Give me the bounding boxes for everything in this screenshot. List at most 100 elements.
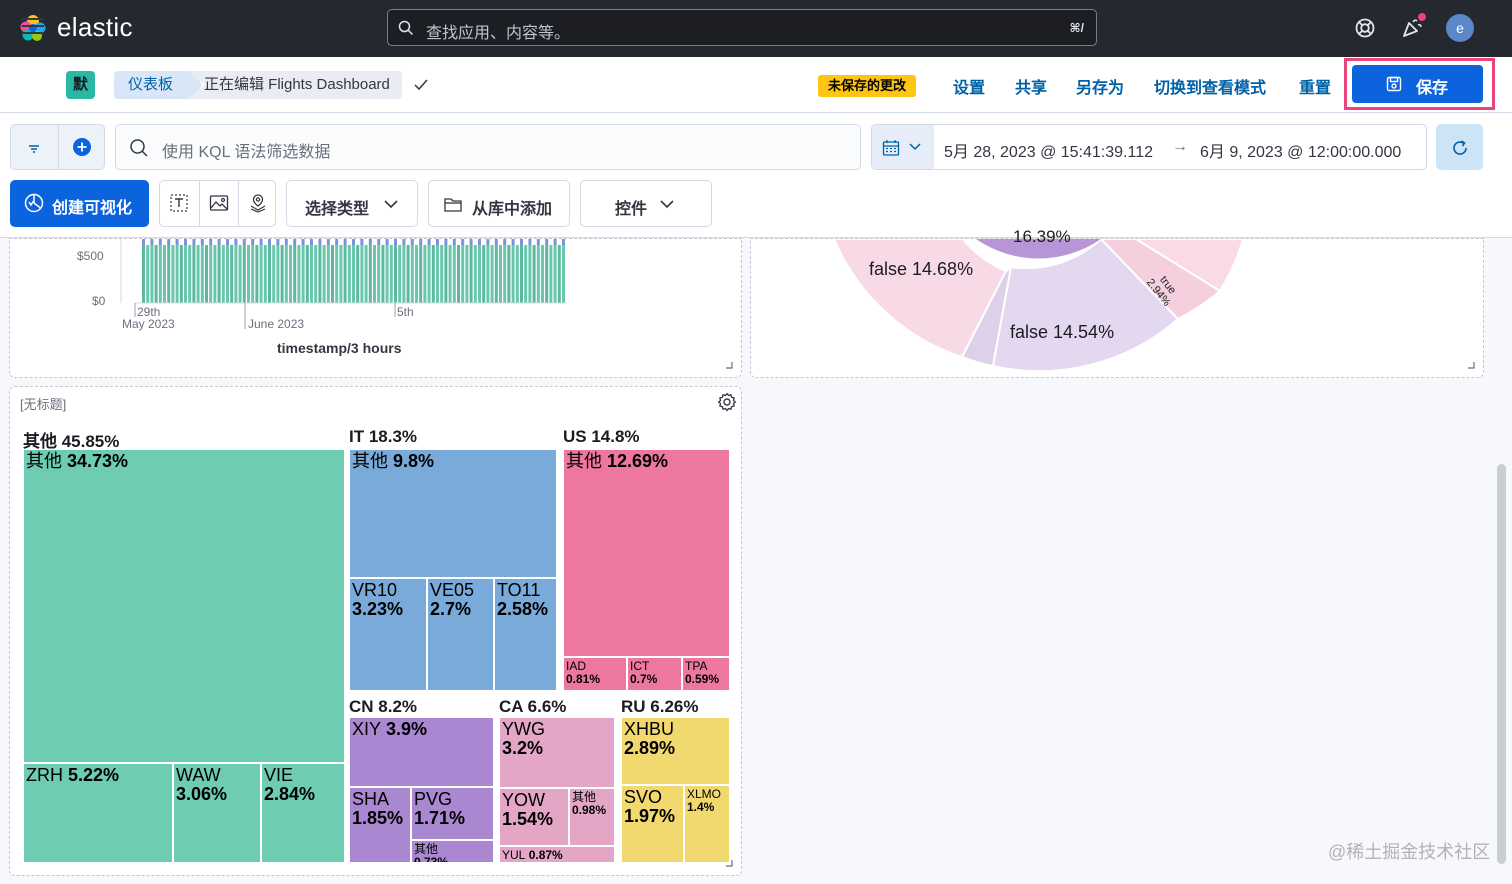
treemap-cell[interactable]: PVG 1.71% — [411, 787, 494, 840]
switch-to-view-mode-link[interactable]: 切换到查看模式 — [1154, 74, 1266, 98]
treemap-cell-label: 其他 0.73% — [414, 842, 449, 863]
treemap-cell[interactable]: 其他 9.8% — [349, 449, 557, 578]
brand-name[interactable]: elastic — [57, 12, 133, 43]
treemap-cell[interactable]: YOW 1.54% — [499, 788, 569, 846]
histogram-panel[interactable]: $500 $0 29th May 2023 June 2023 5th time… — [9, 238, 742, 378]
date-picker[interactable]: 5月 28, 2023 @ 15:41:39.112 → 6月 9, 2023 … — [871, 124, 1427, 170]
start-date[interactable]: 5月 28, 2023 @ 15:41:39.112 — [944, 138, 1153, 162]
treemap-cell-label: TO11 2.58% — [497, 580, 549, 619]
treemap-cell-label: 其他 0.98% — [572, 790, 607, 817]
treemap-cell[interactable]: 其他 0.73% — [411, 840, 494, 863]
search-icon — [398, 20, 414, 36]
add-from-library-button[interactable]: 从库中添加 — [428, 180, 570, 227]
kql-search-input[interactable]: 使用 KQL 语法筛选数据 — [115, 124, 861, 170]
treemap-cell-label: XIY 3.9% — [352, 719, 428, 739]
x-tick-label: June 2023 — [248, 317, 305, 331]
treemap-cell[interactable]: TO11 2.58% — [494, 578, 557, 691]
x-tick-label: May 2023 — [122, 317, 175, 331]
calendar-icon — [882, 140, 900, 156]
pie-chart-panel[interactable]: false 14.68% false 14.54% true 2.94% 16.… — [750, 227, 1484, 378]
breadcrumb-dashboards[interactable]: 仪表板 — [114, 71, 202, 99]
global-search-input[interactable]: 查找应用、内容等。 ⌘/ — [387, 9, 1097, 46]
create-visualization-button[interactable]: 创建可视化 — [10, 180, 149, 227]
treemap-cell-label: 其他 9.8% — [352, 451, 435, 471]
settings-link[interactable]: 设置 — [953, 74, 985, 98]
resize-handle-icon[interactable] — [1467, 361, 1475, 369]
x-tick-label: 5th — [397, 305, 414, 319]
treemap-cell[interactable]: XIY 3.9% — [349, 717, 494, 787]
treemap-cell[interactable]: 其他 0.98% — [569, 788, 615, 846]
reset-link[interactable]: 重置 — [1299, 74, 1331, 98]
add-map-button[interactable] — [238, 181, 277, 226]
resize-handle-icon[interactable] — [725, 859, 733, 867]
save-button-label: 保存 — [1416, 80, 1449, 97]
treemap-cell[interactable]: 其他 12.69% — [563, 449, 730, 657]
add-image-button[interactable] — [199, 181, 238, 226]
refresh-button[interactable] — [1436, 124, 1483, 170]
folder-icon — [444, 198, 462, 212]
share-link[interactable]: 共享 — [1015, 74, 1047, 98]
treemap-cell[interactable]: WAW 3.06% — [173, 763, 261, 863]
top-header-bar: elastic 查找应用、内容等。 ⌘/ e — [0, 0, 1512, 57]
filter-menu-icon[interactable] — [26, 140, 42, 156]
treemap-cell[interactable]: SHA 1.85% — [349, 787, 411, 863]
user-avatar[interactable]: e — [1446, 14, 1474, 42]
watermark: @稀土掘金技术社区 — [1328, 842, 1491, 862]
save-button[interactable]: 保存 — [1352, 65, 1483, 103]
treemap-cell[interactable]: XHBU 2.89% — [621, 717, 730, 785]
treemap-cell-label: XHBU 2.89% — [624, 719, 676, 758]
check-icon[interactable] — [413, 77, 429, 93]
treemap-cell-label: VE05 2.7% — [430, 580, 475, 619]
search-placeholder: 查找应用、内容等。 — [426, 25, 571, 42]
treemap-cell-label: VIE 2.84% — [264, 765, 316, 804]
text-icon — [170, 194, 188, 212]
treemap-cell[interactable]: IAD 0.81% — [563, 657, 627, 691]
treemap-cell-label: YUL 0.87% — [502, 848, 563, 862]
pie-label: 16.39% — [1013, 227, 1071, 246]
menu-toggle-icon[interactable] — [22, 18, 44, 38]
divider — [58, 125, 59, 169]
treemap-cell-label: 其他 12.69% — [566, 451, 669, 471]
treemap-cell-label: VR10 3.23% — [352, 580, 404, 619]
treemap-cell[interactable]: ZRH 5.22% — [23, 763, 173, 863]
controls-button[interactable]: 控件 — [580, 180, 712, 227]
treemap-group-label: CA 6.6% — [499, 697, 567, 716]
end-date[interactable]: 6月 9, 2023 @ 12:00:00.000 — [1200, 138, 1401, 162]
quick-select-button[interactable] — [872, 125, 934, 169]
histogram-bars — [142, 239, 565, 303]
treemap-cell[interactable]: 其他 34.73% — [23, 449, 345, 763]
keyboard-shortcut-badge: ⌘/ — [1069, 21, 1084, 35]
treemap-cell[interactable]: VIE 2.84% — [261, 763, 345, 863]
treemap-cell[interactable]: VR10 3.23% — [349, 578, 427, 691]
treemap-panel[interactable]: [无标题] 其他 45.85% 其他 34.73% ZRH 5.22% WAW 3.06… — [9, 386, 742, 876]
help-lifebuoy-icon[interactable] — [1351, 14, 1379, 42]
treemap-cell-label: SHA 1.85% — [352, 789, 404, 828]
y-tick-label: $0 — [92, 294, 106, 308]
save-as-link[interactable]: 另存为 — [1076, 74, 1124, 98]
pie-label: false 14.68% — [869, 259, 974, 279]
space-badge[interactable]: 默 — [66, 71, 95, 99]
treemap-cell[interactable]: ICT 0.7% — [627, 657, 682, 691]
treemap-cell[interactable]: TPA 0.59% — [682, 657, 730, 691]
treemap-cell[interactable]: VE05 2.7% — [427, 578, 494, 691]
donut-chart — [832, 239, 1245, 373]
treemap-cell-label: ICT 0.7% — [630, 659, 658, 686]
treemap-group-label: US 14.8% — [563, 427, 640, 446]
resize-handle-icon[interactable] — [725, 361, 733, 369]
kql-placeholder: 使用 KQL 语法筛选数据 — [162, 144, 331, 161]
treemap-cell[interactable]: YUL 0.87% — [499, 846, 615, 863]
add-text-button[interactable] — [160, 181, 199, 226]
treemap-cell-label: WAW 3.06% — [176, 765, 228, 804]
page-scrollbar[interactable] — [1497, 464, 1506, 864]
treemap-cell[interactable]: YWG 3.2% — [499, 717, 615, 788]
treemap-cell-label: IAD 0.81% — [566, 659, 601, 686]
select-type-label: 选择类型 — [305, 201, 370, 218]
treemap-cell[interactable]: XLMO 1.4% — [684, 785, 730, 863]
create-visualization-label: 创建可视化 — [52, 200, 133, 217]
treemap-chart: 其他 45.85% 其他 34.73% ZRH 5.22% WAW 3.06% VIE 2.… — [10, 387, 743, 877]
save-icon — [1386, 76, 1402, 92]
treemap-cell[interactable]: SVO 1.97% — [621, 785, 684, 863]
add-filter-icon[interactable] — [72, 137, 92, 157]
select-type-button[interactable]: 选择类型 — [286, 180, 418, 227]
breadcrumb-current: 正在编辑 Flights Dashboard — [188, 71, 402, 99]
